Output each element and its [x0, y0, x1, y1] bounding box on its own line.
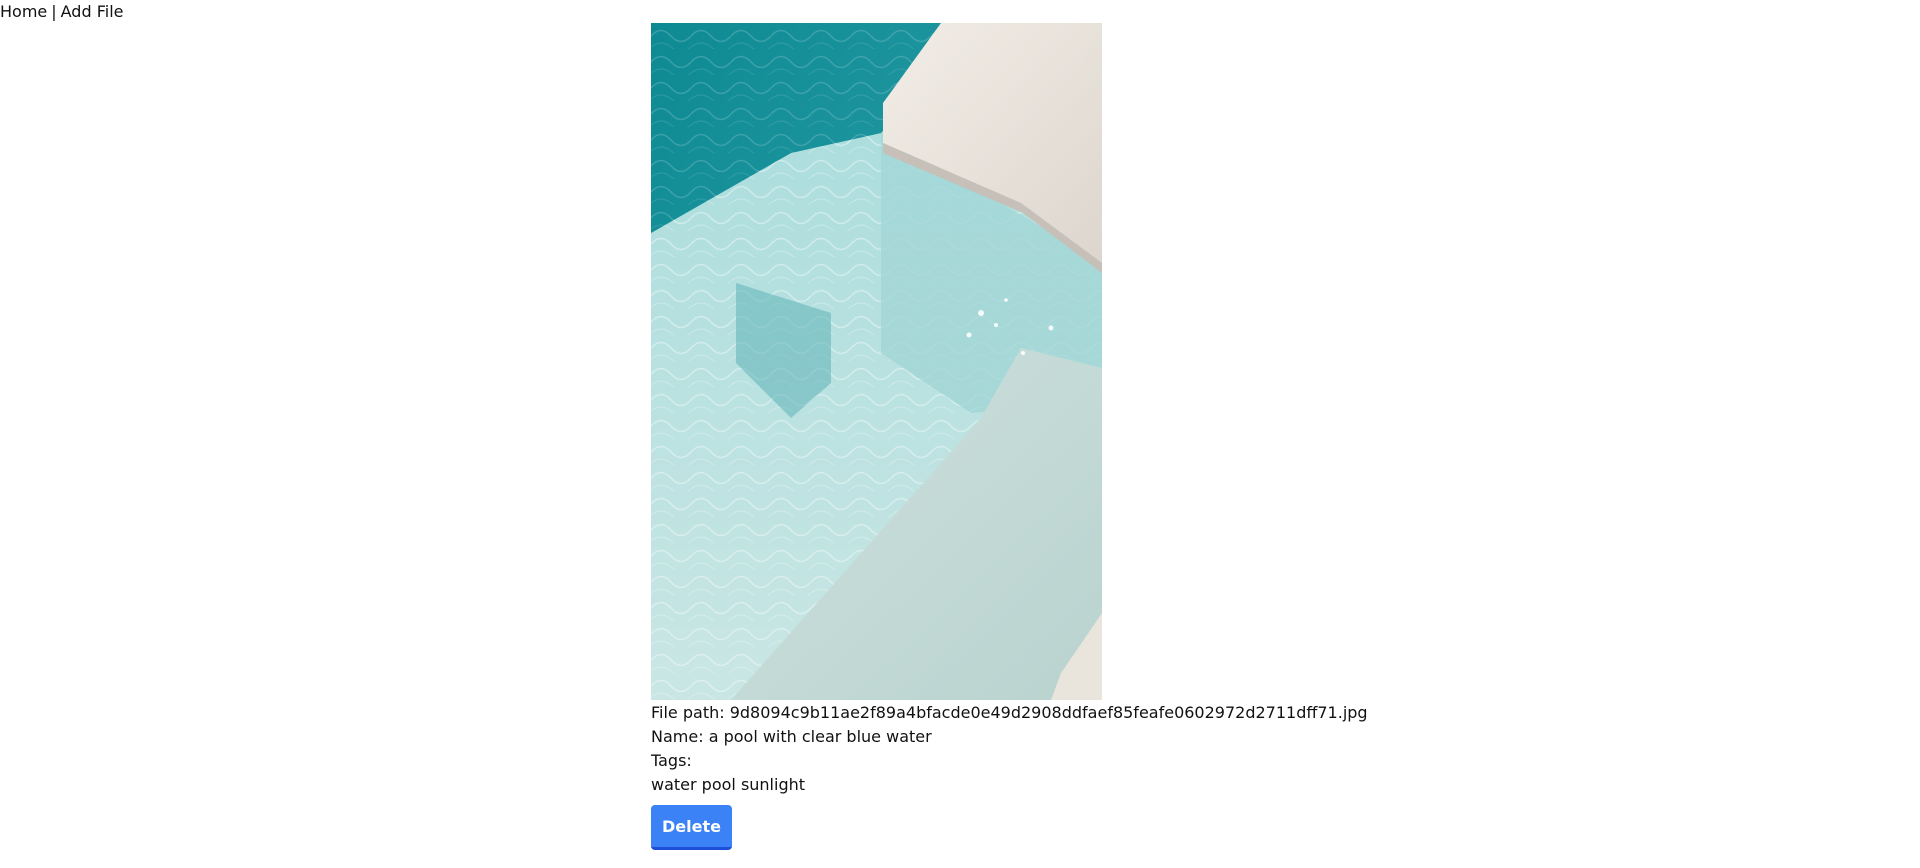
nav-separator: | [51, 2, 57, 21]
file-path-value: 9d8094c9b11ae2f89a4bfacde0e49d2908ddfaef… [729, 703, 1368, 722]
file-name-label: Name: [651, 727, 704, 746]
file-path-label: File path: [651, 703, 725, 722]
file-metadata: File path: 9d8094c9b11ae2f89a4bfacde0e49… [651, 701, 1411, 797]
add-file-link[interactable]: Add File [61, 2, 124, 21]
file-detail: File path: 9d8094c9b11ae2f89a4bfacde0e49… [651, 23, 1411, 850]
tags-label: Tags: [651, 751, 692, 770]
tags-value: water pool sunlight [651, 775, 806, 794]
file-name-value: a pool with clear blue water [708, 727, 932, 746]
top-nav: Home | Add File [0, 1, 123, 23]
delete-button[interactable]: Delete [651, 805, 732, 850]
file-name-row: Name: a pool with clear blue water [651, 725, 1411, 749]
file-image [651, 23, 1102, 700]
file-path-row: File path: 9d8094c9b11ae2f89a4bfacde0e49… [651, 701, 1411, 725]
home-link[interactable]: Home [0, 2, 47, 21]
